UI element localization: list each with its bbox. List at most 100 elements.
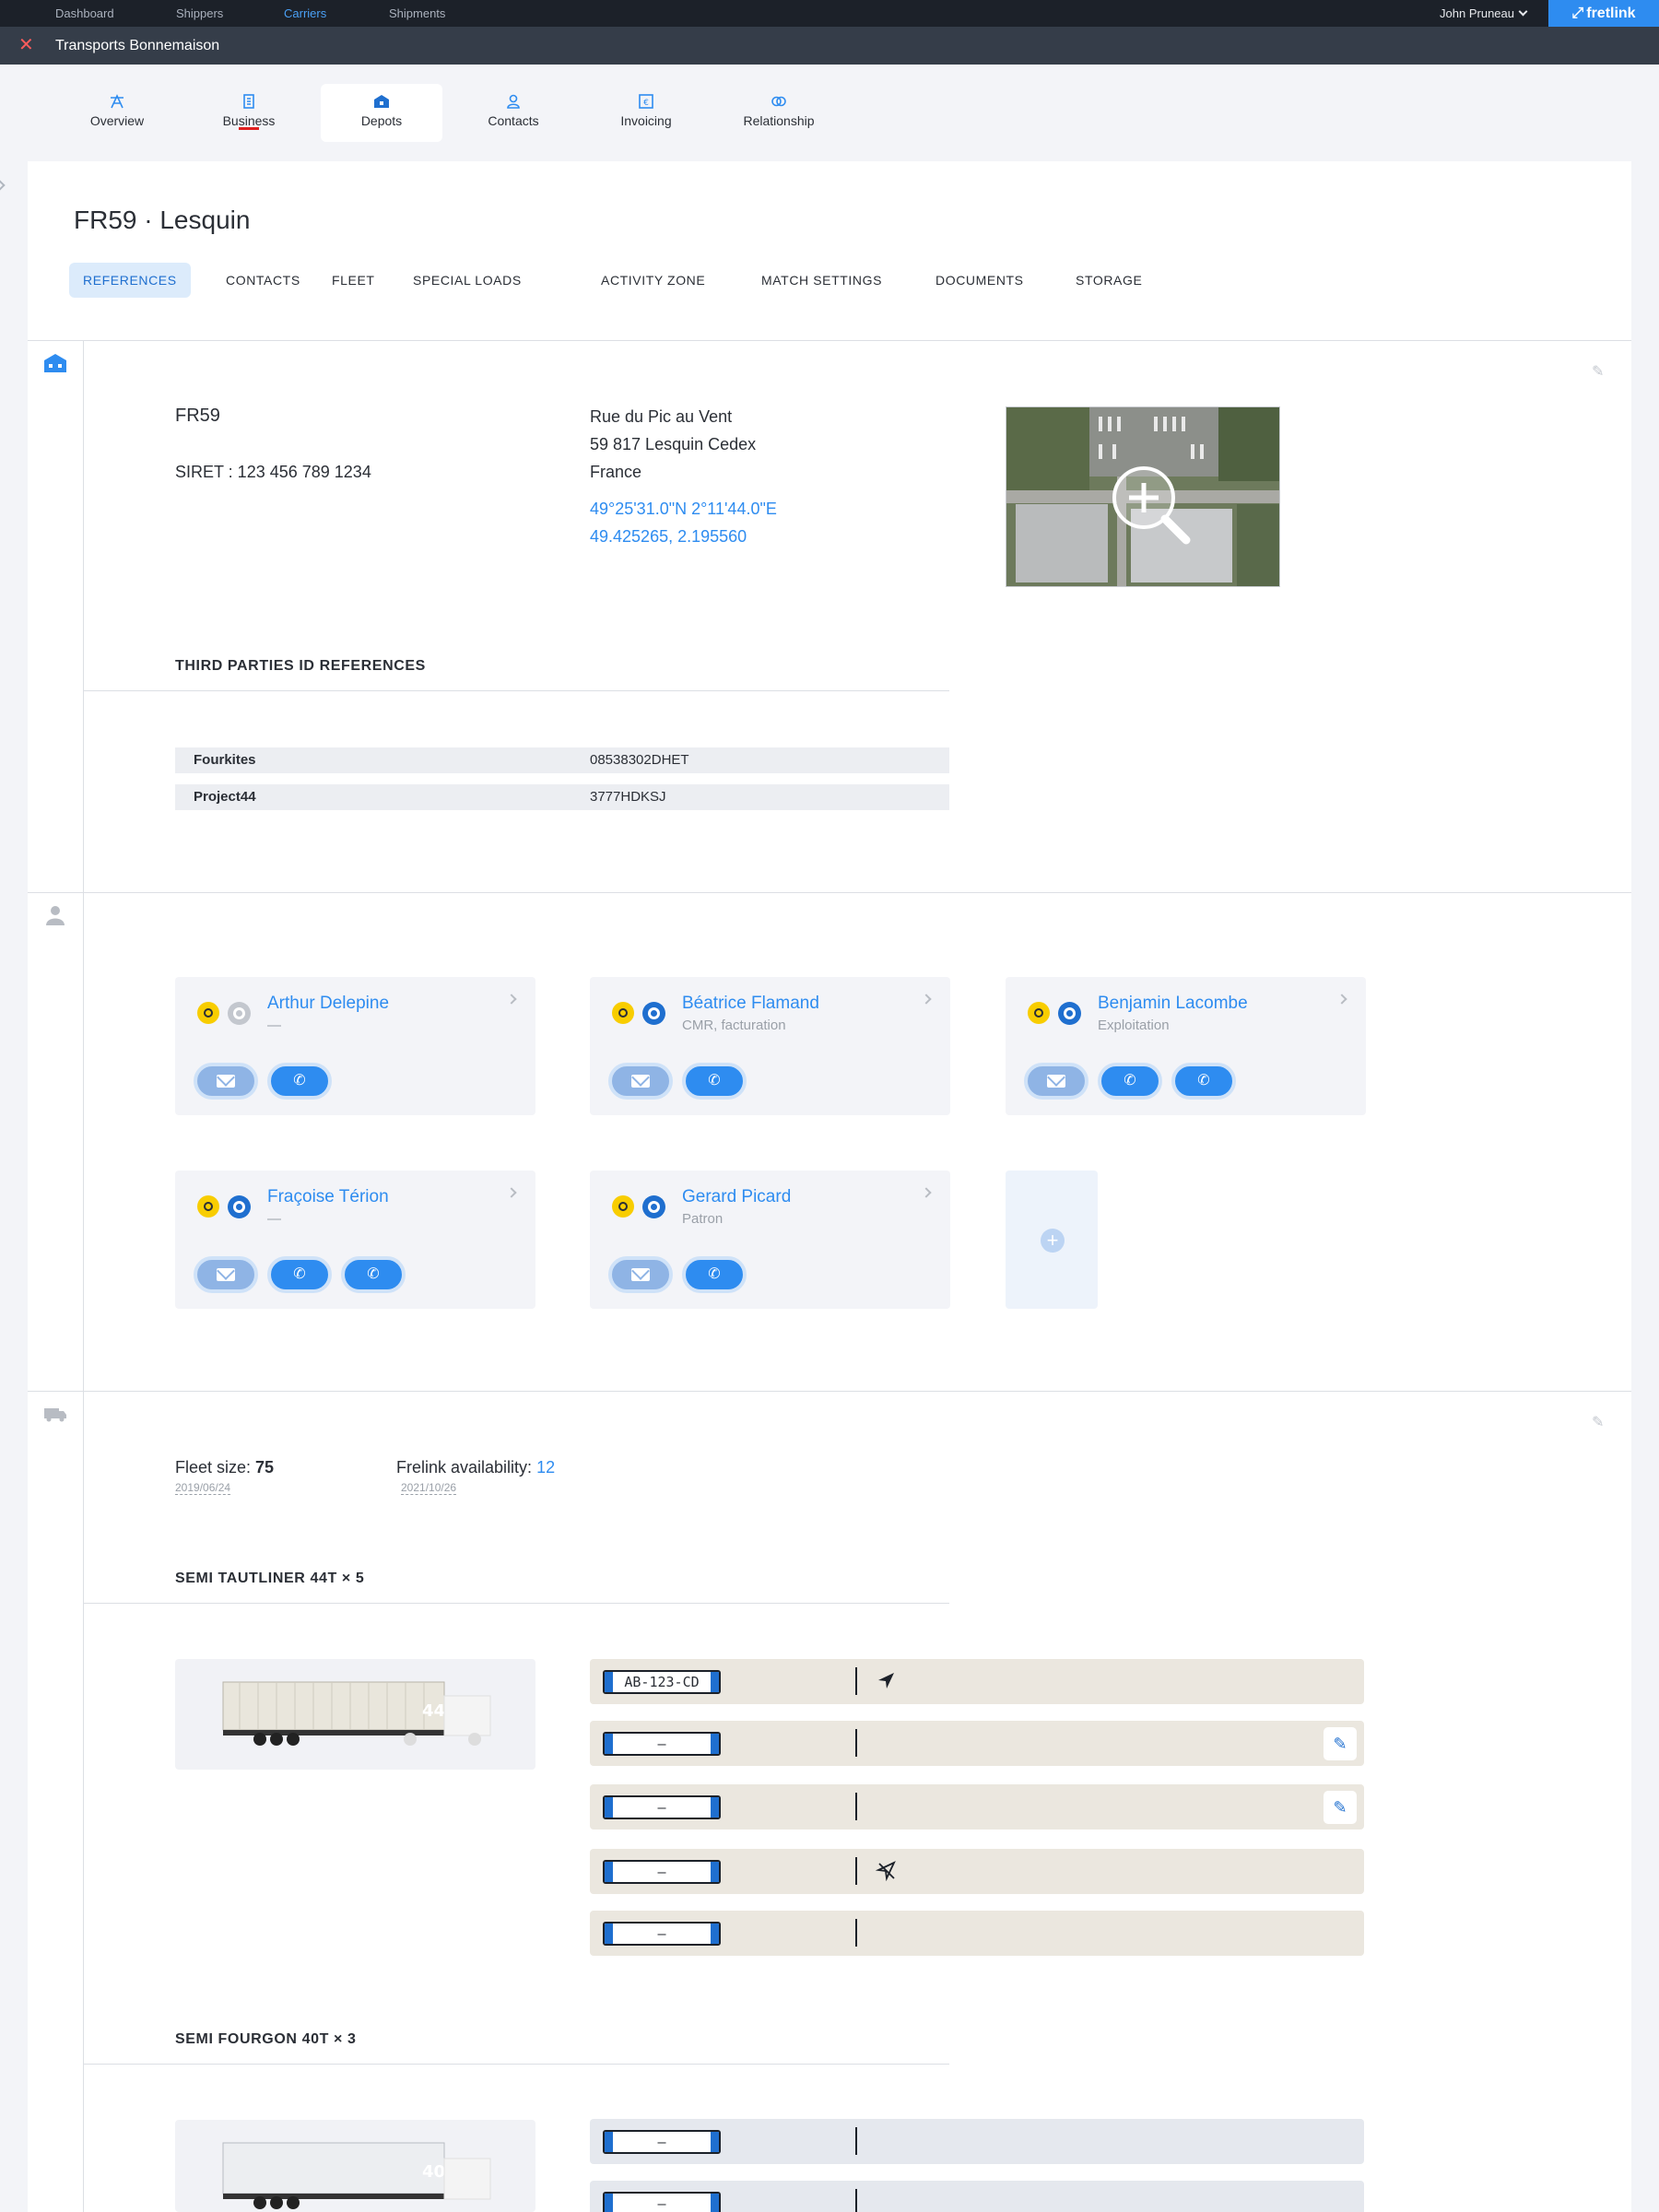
subtab-match-settings[interactable]: MATCH SETTINGS (747, 263, 896, 298)
row-divider (855, 2189, 857, 2212)
vehicle-image: 40t (175, 2120, 535, 2212)
chevron-right-icon[interactable] (921, 994, 932, 1005)
chevron-right-icon[interactable] (921, 1187, 932, 1198)
phone-icon: ✆ (708, 1073, 721, 1088)
nav-shippers[interactable]: Shippers (176, 6, 223, 20)
brand-logo[interactable]: ⤢ fretlink (1548, 0, 1659, 27)
contact-card[interactable]: Arthur Delepine — ✆ (175, 977, 535, 1115)
contact-name[interactable]: Fraçoise Térion (267, 1187, 389, 1207)
plate-number: – (657, 1799, 666, 1816)
tab-business[interactable]: Business (188, 84, 310, 142)
user-menu[interactable]: John Pruneau (1440, 6, 1528, 20)
tab-label: Depots (360, 113, 403, 128)
contact-icon (507, 94, 520, 109)
phone-button[interactable]: ✆ (267, 1063, 332, 1100)
phone-button[interactable]: ✆ (1171, 1063, 1236, 1100)
phone-button[interactable]: ✆ (682, 1256, 747, 1293)
top-navigation: Dashboard Shippers Carriers Shipments Jo… (0, 0, 1659, 27)
contact-name[interactable]: Béatrice Flamand (682, 994, 819, 1014)
vehicle-row[interactable]: – (590, 1849, 1364, 1894)
contact-card[interactable]: Fraçoise Térion — ✆ ✆ (175, 1171, 535, 1309)
nav-dashboard[interactable]: Dashboard (55, 6, 114, 20)
vehicle-row[interactable]: AB-123-CD (590, 1659, 1364, 1704)
vehicle-row[interactable]: – (590, 1911, 1364, 1956)
edit-fleet-icon[interactable]: ✎ (1592, 1413, 1604, 1431)
nav-carriers[interactable]: Carriers (284, 6, 326, 20)
subtab-activity-zone[interactable]: ACTIVITY ZONE (587, 263, 719, 298)
satellite-image (1006, 407, 1279, 586)
phone-button[interactable]: ✆ (341, 1256, 406, 1293)
tautliner-truck-image: 44t (222, 1681, 491, 1746)
contact-name[interactable]: Benjamin Lacombe (1098, 994, 1248, 1014)
availability-value[interactable]: 12 (536, 1458, 555, 1477)
tab-label: Business (222, 113, 276, 128)
edit-vehicle-button[interactable]: ✎ (1324, 1791, 1357, 1824)
close-icon[interactable]: ✕ (18, 36, 34, 54)
availability-badge-icon (197, 1195, 219, 1218)
tab-overview[interactable]: Overview (56, 84, 178, 142)
phone-icon: ✆ (1124, 1073, 1136, 1088)
phone-button[interactable]: ✆ (682, 1063, 747, 1100)
carrier-title: Transports Bonnemaison (55, 38, 220, 53)
tab-invoicing[interactable]: € Invoicing (585, 84, 707, 142)
sidebar-expand-icon[interactable] (0, 180, 6, 191)
email-button[interactable] (608, 1256, 673, 1293)
carrier-header: ✕ Transports Bonnemaison (0, 27, 1659, 65)
chevron-right-icon[interactable] (506, 1187, 517, 1198)
row-divider (855, 2127, 857, 2155)
license-plate: – (603, 1922, 721, 1946)
chevron-right-icon[interactable] (1336, 994, 1347, 1005)
contact-name[interactable]: Gerard Picard (682, 1187, 791, 1207)
phone-button[interactable]: ✆ (1098, 1063, 1162, 1100)
contact-card[interactable]: Béatrice Flamand CMR, facturation ✆ (590, 977, 950, 1115)
subtab-special-loads[interactable]: SPECIAL LOADS (399, 263, 535, 298)
pencil-icon: ✎ (1333, 1735, 1347, 1753)
contact-name[interactable]: Arthur Delepine (267, 994, 389, 1014)
phone-icon: ✆ (293, 1266, 306, 1282)
email-button[interactable] (194, 1063, 258, 1100)
vehicle-row[interactable]: – ✎ (590, 1721, 1364, 1766)
license-plate: – (603, 1860, 721, 1884)
mail-icon (631, 1268, 650, 1281)
coordinates-dms-link[interactable]: 49°25'31.0"N 2°11'44.0"E (590, 500, 777, 519)
reference-row: Fourkites 08538302DHET (175, 747, 949, 773)
chevron-right-icon[interactable] (506, 994, 517, 1005)
active-underline (239, 127, 259, 130)
location-arrow-icon (878, 1673, 894, 1688)
subtab-contacts[interactable]: CONTACTS (212, 263, 314, 298)
email-button[interactable] (1024, 1063, 1088, 1100)
email-button[interactable] (194, 1256, 258, 1293)
subtab-references[interactable]: REFERENCES (69, 263, 191, 298)
edit-references-icon[interactable]: ✎ (1592, 362, 1604, 381)
phone-button[interactable]: ✆ (267, 1256, 332, 1293)
vehicle-group-heading: SEMI TAUTLINER 44T × 5 (175, 1571, 365, 1586)
depot-icon (374, 95, 389, 108)
vehicle-row[interactable]: – (590, 2181, 1364, 2212)
contact-card[interactable]: Gerard Picard Patron ✆ (590, 1171, 950, 1309)
tab-contacts[interactable]: Contacts (453, 84, 574, 142)
depot-map-thumbnail[interactable] (1006, 406, 1280, 587)
email-button[interactable] (608, 1063, 673, 1100)
person-icon (46, 906, 65, 925)
tab-depots[interactable]: Depots (321, 84, 442, 142)
contact-card[interactable]: Benjamin Lacombe Exploitation ✆ ✆ (1006, 977, 1366, 1115)
mail-icon (217, 1268, 235, 1281)
contact-role: Exploitation (1098, 1018, 1170, 1033)
row-divider (855, 1793, 857, 1820)
add-contact-button[interactable]: + (1006, 1171, 1098, 1309)
coordinates-decimal-link[interactable]: 49.425265, 2.195560 (590, 527, 747, 547)
third-parties-heading: THIRD PARTIES ID REFERENCES (175, 658, 426, 674)
tab-relationship[interactable]: Relationship (718, 84, 840, 142)
reference-id: 08538302DHET (590, 752, 689, 768)
row-divider (855, 1729, 857, 1757)
vehicle-row[interactable]: – ✎ (590, 1784, 1364, 1830)
subtab-storage[interactable]: STORAGE (1062, 263, 1156, 298)
vehicle-row[interactable]: – (590, 2119, 1364, 2164)
divider (83, 1603, 949, 1604)
edit-vehicle-button[interactable]: ✎ (1324, 1727, 1357, 1760)
nav-shipments[interactable]: Shipments (389, 6, 445, 20)
subtab-documents[interactable]: DOCUMENTS (922, 263, 1038, 298)
box-truck-image: 40t (222, 2142, 491, 2209)
row-divider (855, 1667, 857, 1695)
subtab-fleet[interactable]: FLEET (318, 263, 389, 298)
